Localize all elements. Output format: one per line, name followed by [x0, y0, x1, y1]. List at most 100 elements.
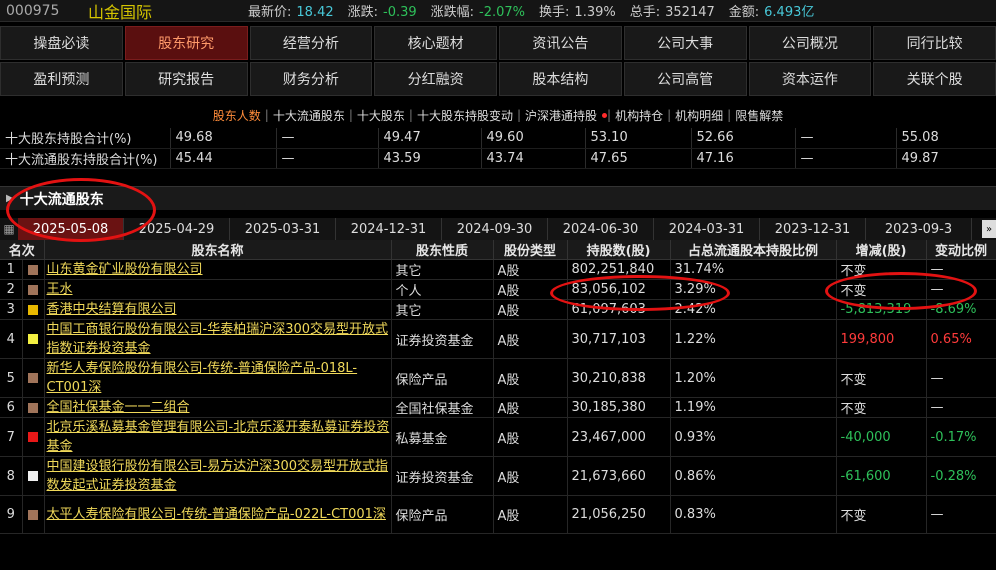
nav-tab-3[interactable]: 核心题材	[374, 26, 497, 60]
nav-tab-9[interactable]: 研究报告	[124, 62, 248, 96]
nav-tab-15[interactable]: 关联个股	[873, 62, 996, 96]
holder-name-link[interactable]: 中国建设银行股份有限公司-易方达沪深300交易型开放式指数发起式证券投资基金	[47, 459, 389, 493]
table-row[interactable]: 7 北京乐溪私募基金管理有限公司-北京乐溪开泰私募证券投资基金 私募基金 A股 23,4…	[0, 417, 996, 457]
quote-stat-label: 最新价:	[248, 5, 292, 20]
change-pct: -8.69%	[926, 299, 996, 320]
holder-nature: 证券投资基金	[391, 456, 494, 496]
summary-value: 49.87	[896, 148, 996, 169]
color-swatch	[28, 509, 38, 520]
subnav-item[interactable]: 机构明细	[671, 107, 727, 124]
date-tab[interactable]: 2024-03-31	[654, 218, 760, 240]
date-tab[interactable]: 2025-05-08	[18, 218, 124, 240]
nav-tab-14[interactable]: 资本运作	[748, 62, 872, 96]
grid-menu-icon[interactable]: ▦	[0, 218, 18, 240]
quote-stat-label: 涨跌幅:	[430, 5, 475, 20]
color-swatch-cell	[22, 495, 45, 534]
quote-stat-label: 涨跌:	[347, 5, 378, 20]
share-type: A股	[493, 319, 568, 359]
rank-cell: 6	[0, 397, 23, 418]
subnav-item[interactable]: 沪深港通持股	[521, 107, 601, 124]
table-row[interactable]: 1 山东黄金矿业股份有限公司 其它 A股 802,251,840 31.74% 不变 —	[0, 259, 996, 280]
table-row[interactable]: 9 太平人寿保险有限公司-传统-普通保险产品-022L-CT001深 保险产品 A股 2…	[0, 495, 996, 534]
nav-tab-11[interactable]: 分红融资	[374, 62, 497, 96]
holder-name-link[interactable]: 太平人寿保险有限公司-传统-普通保险产品-022L-CT001深	[47, 507, 386, 522]
quote-bar: 000975 山金国际 最新价: 18.42 涨跌: -0.39 涨跌幅: -2.07% 换…	[0, 0, 996, 22]
column-header[interactable]: 占总流通股本持股比例	[670, 240, 837, 260]
summary-row: 十大股东持股合计(%) 49.68—49.47 49.60 53.10 52.66—55…	[0, 128, 996, 149]
holder-name-cell: 王水	[44, 279, 392, 300]
change-pct: -0.17%	[926, 417, 996, 457]
subnav-item[interactable]: 股东人数	[209, 107, 265, 124]
more-dates-icon[interactable]: »	[982, 220, 996, 238]
change-pct: —	[926, 279, 996, 300]
nav-tab-7[interactable]: 同行比较	[873, 26, 996, 60]
color-swatch-cell	[22, 299, 45, 320]
summary-value: 55.08	[896, 128, 996, 149]
table-row[interactable]: 5 新华人寿保险股份有限公司-传统-普通保险产品-018L-CT001深 保险产品 A…	[0, 358, 996, 398]
quote-stat: 换手: 1.39%	[539, 1, 616, 20]
column-header[interactable]: 增减(股)	[836, 240, 927, 260]
subnav-item[interactable]: 十大流通股东	[269, 107, 349, 124]
table-row[interactable]: 2 王水 个人 A股 83,056,102 3.29% 不变 —	[0, 279, 996, 300]
column-header[interactable]: 名次	[0, 240, 45, 260]
color-swatch-cell	[22, 417, 45, 457]
table-row[interactable]: 8 中国建设银行股份有限公司-易方达沪深300交易型开放式指数发起式证券投资基金证…	[0, 456, 996, 496]
holder-name-cell: 北京乐溪私募基金管理有限公司-北京乐溪开泰私募证券投资基金	[44, 417, 392, 457]
nav-tab-8[interactable]: 盈利预测	[0, 62, 123, 96]
quote-stat: 金额: 6.493亿	[729, 1, 815, 20]
rank-cell: 3	[0, 299, 23, 320]
holder-name-link[interactable]: 香港中央结算有限公司	[47, 302, 177, 317]
subnav-item[interactable]: 机构持仓	[611, 107, 667, 124]
collapse-triangle-icon[interactable]: ▶	[6, 193, 14, 204]
date-tab[interactable]: 2023-09-3	[866, 218, 972, 240]
nav-tab-5[interactable]: 公司大事	[623, 26, 747, 60]
summary-row: 十大流通股东持股合计(%) 45.44—43.59 43.74 47.65 47.16—…	[0, 148, 996, 169]
nav-tab-1[interactable]: 股东研究	[124, 26, 248, 60]
section-title: 十大流通股东	[19, 191, 104, 208]
section-header[interactable]: ▶ 十大流通股东	[0, 186, 996, 210]
table-row[interactable]: 3 香港中央结算有限公司 其它 A股 61,097,603 2.42% -5,813,319…	[0, 299, 996, 320]
summary-value: 43.74	[481, 148, 586, 169]
nav-tab-13[interactable]: 公司高管	[623, 62, 747, 96]
shares-held: 21,056,250	[567, 495, 671, 534]
nav-tab-10[interactable]: 财务分析	[249, 62, 373, 96]
holder-nature: 私募基金	[391, 417, 494, 457]
holder-name-link[interactable]: 全国社保基金一一二组合	[47, 400, 190, 415]
holder-name-link[interactable]: 山东黄金矿业股份有限公司	[47, 262, 203, 277]
date-tab[interactable]: 2025-04-29	[124, 218, 230, 240]
column-header[interactable]: 持股数(股)	[567, 240, 671, 260]
quote-stat-value: 6.493亿	[764, 5, 815, 20]
date-tab[interactable]: 2024-09-30	[442, 218, 548, 240]
change-pct: 0.65%	[926, 319, 996, 359]
holder-nature: 保险产品	[391, 358, 494, 398]
holder-name-link[interactable]: 北京乐溪私募基金管理有限公司-北京乐溪开泰私募证券投资基金	[47, 420, 390, 454]
column-header[interactable]: 股东性质	[391, 240, 494, 260]
summary-value: 49.60	[481, 128, 586, 149]
shareholder-table: 名次 股东名称 股东性质 股份类型 持股数(股) 占总流通股本持股比例 增减(股) 变动比例 …	[0, 240, 996, 534]
share-change: -40,000	[836, 417, 927, 457]
table-row[interactable]: 4 中国工商银行股份有限公司-华泰柏瑞沪深300交易型开放式指数证券投资基金 证券投…	[0, 319, 996, 359]
column-header[interactable]: 股份类型	[493, 240, 568, 260]
nav-tab-4[interactable]: 资讯公告	[499, 26, 622, 60]
holder-name-link[interactable]: 中国工商银行股份有限公司-华泰柏瑞沪深300交易型开放式指数证券投资基金	[47, 322, 389, 356]
quote-stat-label: 总手:	[629, 5, 661, 20]
nav-tab-6[interactable]: 公司概况	[748, 26, 872, 60]
nav-tab-0[interactable]: 操盘必读	[0, 26, 123, 60]
column-header[interactable]: 变动比例	[926, 240, 996, 260]
holder-name-link[interactable]: 王水	[47, 282, 73, 297]
subnav-item[interactable]: 限售解禁	[731, 107, 787, 124]
date-tab[interactable]: 2024-12-31	[336, 218, 442, 240]
date-tab[interactable]: 2025-03-31	[230, 218, 336, 240]
column-header[interactable]: 股东名称	[44, 240, 392, 260]
table-row[interactable]: 6 全国社保基金一一二组合 全国社保基金 A股 30,185,380 1.19% 不变 —	[0, 397, 996, 418]
nav-tab-12[interactable]: 股本结构	[499, 62, 622, 96]
change-pct: —	[926, 358, 996, 398]
summary-label: 十大股东持股合计(%)	[0, 128, 171, 149]
holder-name-link[interactable]: 新华人寿保险股份有限公司-传统-普通保险产品-018L-CT001深	[47, 361, 358, 395]
subnav-item[interactable]: 十大股东持股变动	[413, 107, 517, 124]
subnav-item[interactable]: 十大股东	[353, 107, 409, 124]
date-tab[interactable]: 2023-12-31	[760, 218, 866, 240]
nav-tab-2[interactable]: 经营分析	[249, 26, 373, 60]
date-tab[interactable]: 2024-06-30	[548, 218, 654, 240]
share-type: A股	[493, 397, 568, 418]
